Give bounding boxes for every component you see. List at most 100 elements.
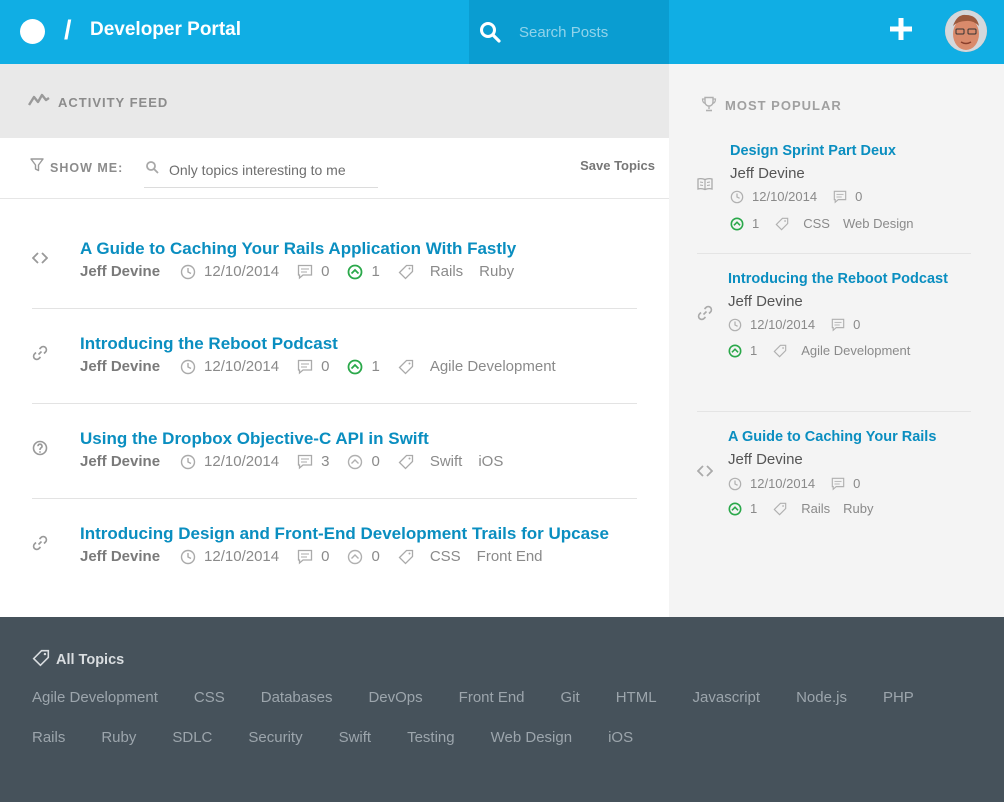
upvote-count: 0 — [371, 453, 380, 470]
post-tag[interactable]: Agile Development — [430, 358, 556, 375]
post-tag[interactable]: Rails — [801, 501, 830, 516]
link-icon — [697, 305, 713, 321]
comments-meta[interactable]: 0 — [833, 189, 862, 204]
post-author[interactable]: Jeff Devine — [80, 548, 160, 565]
portal-title[interactable]: Developer Portal — [90, 18, 241, 42]
search-icon[interactable] — [478, 20, 502, 44]
upvote-meta[interactable]: 1 — [728, 343, 757, 358]
popular-author[interactable]: Jeff Devine — [728, 293, 803, 310]
popular-title[interactable]: A Guide to Caching Your Rails — [728, 429, 936, 445]
popular-author[interactable]: Jeff Devine — [728, 451, 803, 468]
comments-meta[interactable]: 0 — [831, 317, 860, 332]
comment-icon — [297, 549, 313, 564]
comment-count: 3 — [321, 453, 330, 470]
topic-link[interactable]: Javascript — [693, 689, 761, 706]
post-author[interactable]: Jeff Devine — [80, 263, 160, 280]
sidebar-heading: MOST POPULAR — [725, 98, 842, 113]
search-input[interactable] — [509, 20, 659, 44]
post-title[interactable]: Introducing the Reboot Podcast — [80, 334, 338, 354]
topic-link[interactable]: DevOps — [368, 689, 422, 706]
comment-count: 0 — [853, 317, 861, 332]
upvote-count: 1 — [752, 216, 760, 231]
feed-heading: ACTIVITY FEED — [58, 95, 169, 110]
post-tag[interactable]: Ruby — [843, 501, 873, 516]
post-tag[interactable]: Ruby — [479, 263, 514, 280]
avatar[interactable] — [945, 10, 987, 52]
popular-author[interactable]: Jeff Devine — [730, 165, 805, 182]
topic-link[interactable]: Agile Development — [32, 689, 158, 706]
upvote-meta[interactable]: 1 — [347, 358, 380, 375]
comment-count: 0 — [321, 548, 330, 565]
topic-link[interactable]: Swift — [339, 729, 372, 746]
save-topics-button[interactable]: Save Topics — [580, 158, 655, 173]
post-tag[interactable]: Web Design — [843, 216, 914, 231]
trophy-icon — [701, 96, 717, 112]
tag-icon — [773, 344, 787, 357]
add-post-button[interactable] — [886, 14, 916, 44]
upvote-meta[interactable]: 1 — [730, 216, 759, 231]
topic-link[interactable]: CSS — [194, 689, 225, 706]
date-meta: 12/10/2014 — [180, 453, 279, 470]
topic-link[interactable]: Databases — [261, 689, 333, 706]
popular-title[interactable]: Introducing the Reboot Podcast — [728, 271, 948, 287]
post-meta: Jeff Devine 12/10/2014 3 0 Swift iOS — [80, 453, 519, 470]
post-tag[interactable]: Front End — [477, 548, 543, 565]
post-tag[interactable]: Rails — [430, 263, 463, 280]
post-date: 12/10/2014 — [204, 263, 280, 280]
topic-list: Agile Development CSS Databases DevOps F… — [32, 689, 950, 706]
post-tag[interactable]: iOS — [478, 453, 503, 470]
topic-link[interactable]: iOS — [608, 729, 633, 746]
comment-icon — [297, 454, 313, 469]
top-header: / Developer Portal — [0, 0, 1004, 64]
comments-meta[interactable]: 0 — [297, 548, 329, 565]
date-meta: 12/10/2014 — [180, 263, 279, 280]
logo-icon[interactable] — [20, 19, 45, 44]
popular-item: Introducing the Reboot Podcast Jeff Devi… — [697, 254, 971, 412]
comment-icon — [833, 190, 847, 203]
link-icon — [32, 345, 48, 361]
topic-link[interactable]: HTML — [616, 689, 657, 706]
topic-link[interactable]: Testing — [407, 729, 455, 746]
post-tag[interactable]: Agile Development — [801, 343, 910, 358]
topic-link[interactable]: Node.js — [796, 689, 847, 706]
post-author[interactable]: Jeff Devine — [80, 453, 160, 470]
upvote-meta[interactable]: 1 — [728, 501, 757, 516]
topic-link[interactable]: PHP — [883, 689, 914, 706]
post-tag[interactable]: CSS — [430, 548, 461, 565]
date-meta: 12/10/2014 — [730, 189, 817, 204]
topic-link[interactable]: Front End — [459, 689, 525, 706]
post-tag[interactable]: CSS — [803, 216, 830, 231]
clock-icon — [180, 454, 196, 469]
post-meta: Jeff Devine 12/10/2014 0 1 Rails Ruby — [80, 263, 530, 280]
topics-filter-input[interactable] — [144, 153, 378, 188]
tags-meta — [398, 549, 422, 565]
upvote-meta[interactable]: 0 — [347, 453, 380, 470]
topic-link[interactable]: Git — [561, 689, 580, 706]
topic-link[interactable]: Security — [248, 729, 302, 746]
post-title[interactable]: Introducing Design and Front-End Develop… — [80, 524, 609, 544]
tag-icon — [398, 454, 413, 469]
feed-header: ACTIVITY FEED — [0, 64, 669, 138]
topic-link[interactable]: Rails — [32, 729, 65, 746]
comments-meta[interactable]: 0 — [297, 263, 329, 280]
topic-link[interactable]: Ruby — [101, 729, 136, 746]
comments-meta[interactable]: 0 — [831, 476, 860, 491]
post-title[interactable]: Using the Dropbox Objective-C API in Swi… — [80, 429, 429, 449]
upvote-meta[interactable]: 1 — [347, 263, 380, 280]
topic-link[interactable]: Web Design — [491, 729, 572, 746]
feed-item: A Guide to Caching Your Rails Applicatio… — [32, 214, 637, 309]
comments-meta[interactable]: 0 — [297, 358, 329, 375]
tag-icon — [398, 359, 413, 374]
book-icon — [697, 177, 713, 191]
comment-count: 0 — [853, 476, 861, 491]
upvote-meta[interactable]: 0 — [347, 548, 380, 565]
post-author[interactable]: Jeff Devine — [80, 358, 160, 375]
comments-meta[interactable]: 3 — [297, 453, 329, 470]
popular-title[interactable]: Design Sprint Part Deux — [730, 143, 896, 159]
post-tag[interactable]: Swift — [430, 453, 463, 470]
upvote-icon — [728, 502, 742, 515]
post-title[interactable]: A Guide to Caching Your Rails Applicatio… — [80, 239, 516, 259]
popular-meta: 12/10/2014 0 — [730, 189, 878, 204]
date-meta: 12/10/2014 — [728, 476, 815, 491]
topic-link[interactable]: SDLC — [172, 729, 212, 746]
